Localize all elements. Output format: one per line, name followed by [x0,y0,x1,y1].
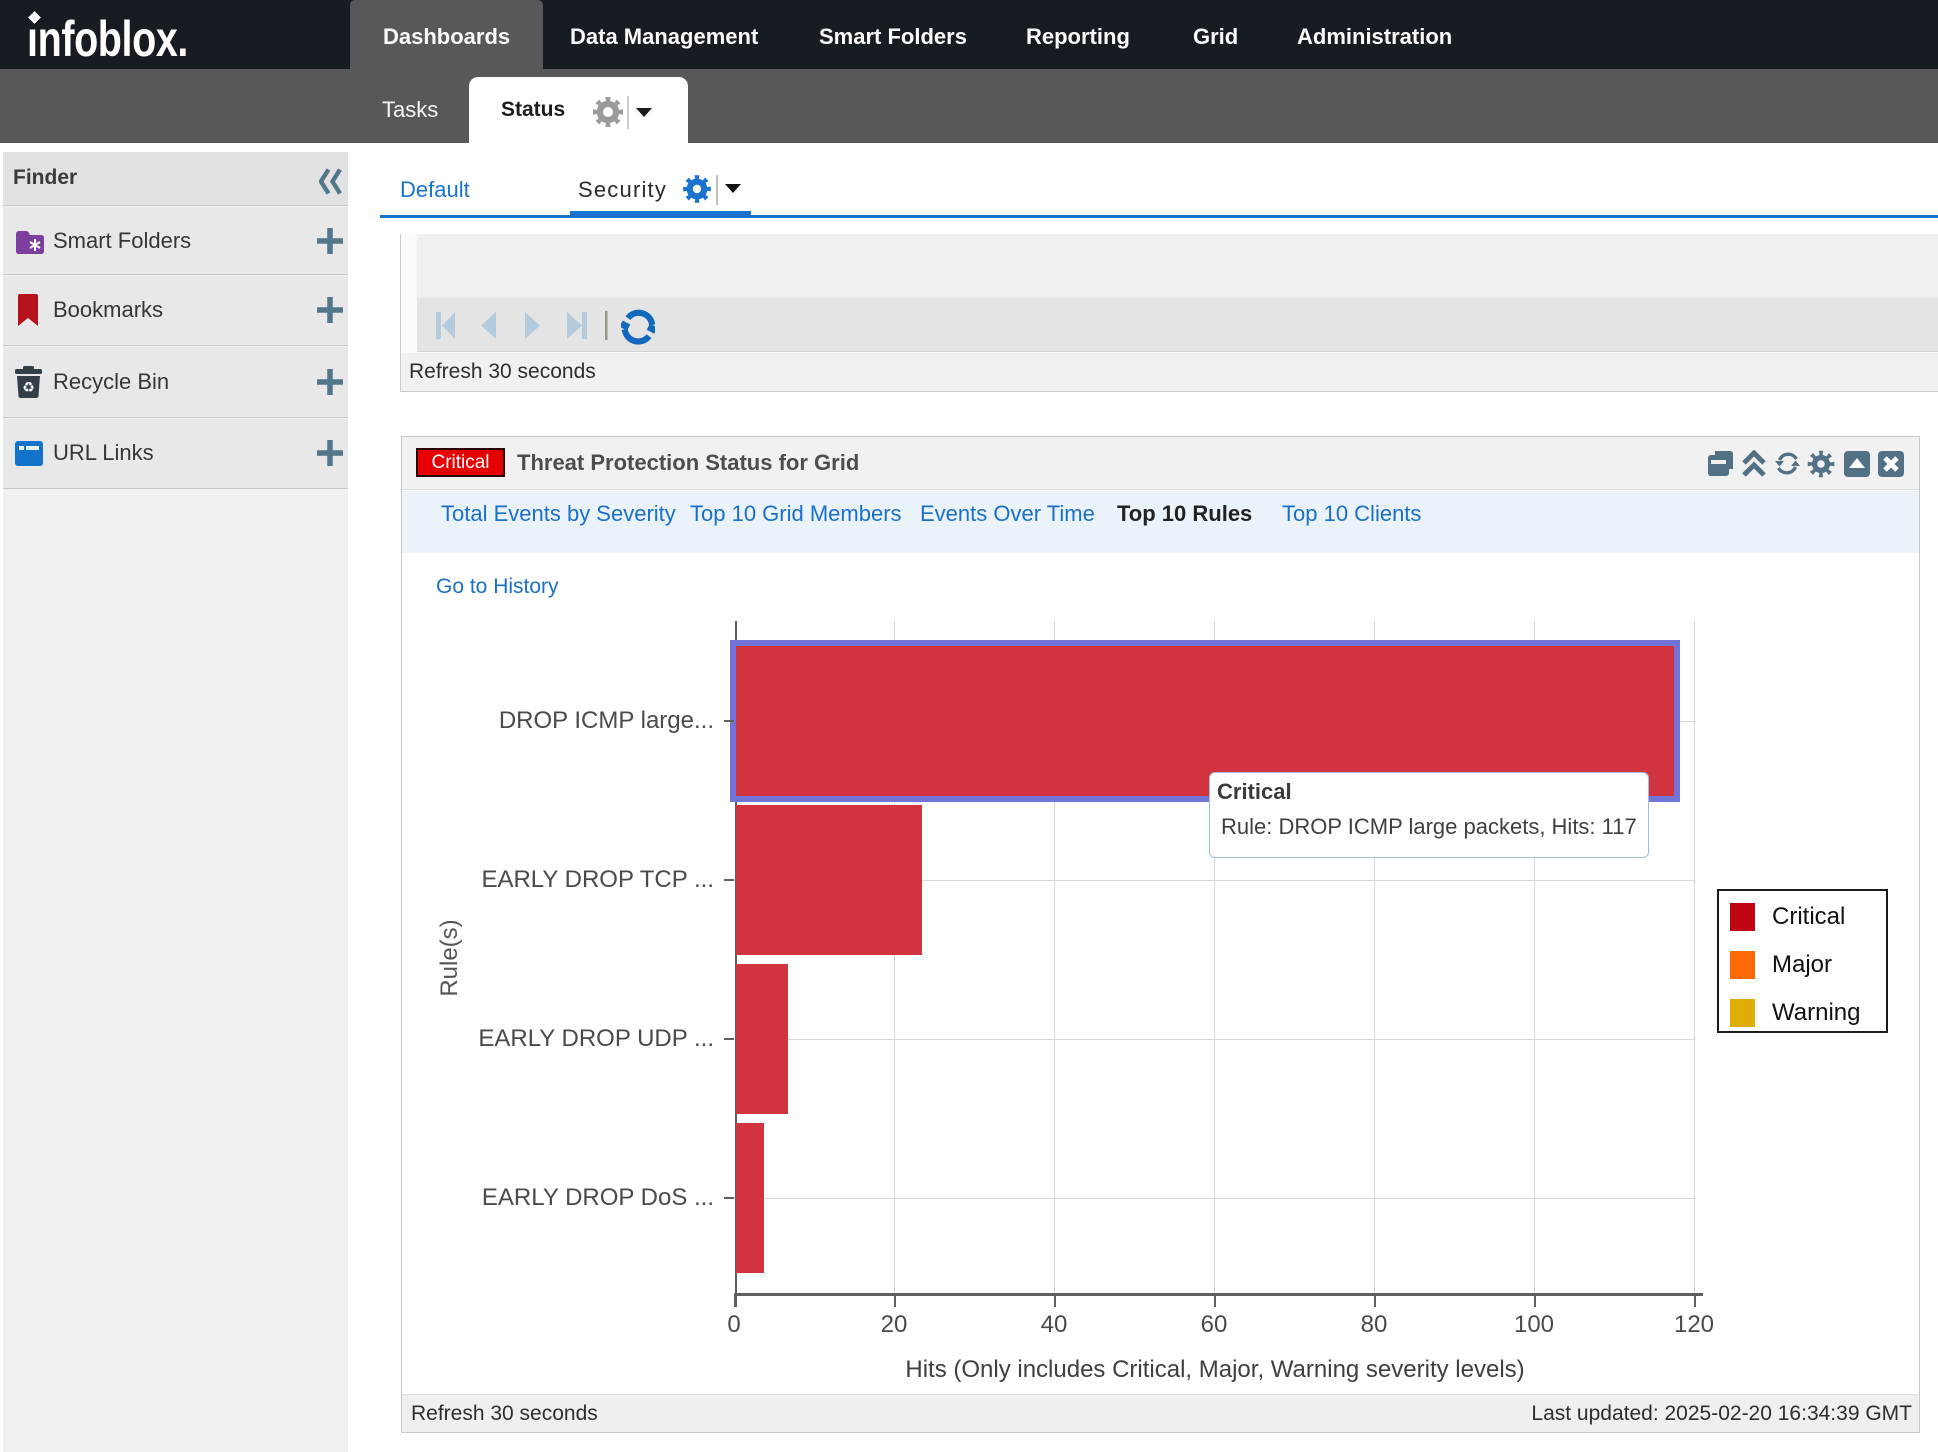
svg-text:♻: ♻ [22,379,35,395]
